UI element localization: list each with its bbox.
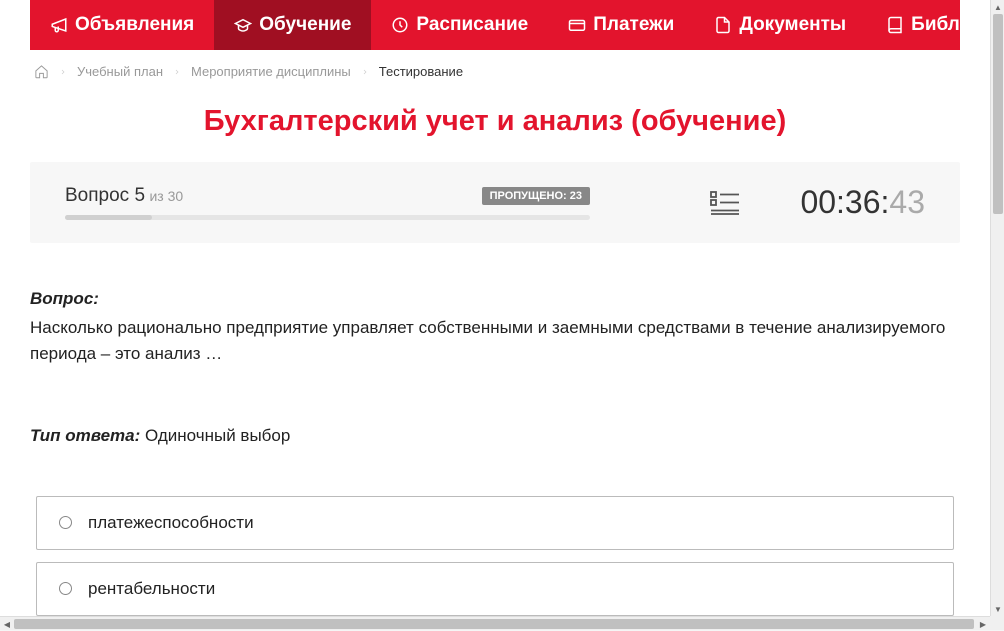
question-section: Вопрос: Насколько рационально предприяти… <box>0 243 990 388</box>
nav-label: Библиотека <box>911 14 990 36</box>
radio-icon[interactable] <box>59 516 72 529</box>
scrollbar-corner <box>990 616 1004 630</box>
question-total: из 30 <box>149 188 183 204</box>
breadcrumb: Учебный план Мероприятие дисциплины Тест… <box>0 50 990 93</box>
scroll-left-arrow-icon[interactable]: ◀ <box>0 617 14 631</box>
progress-fill <box>65 215 152 220</box>
card-icon <box>568 16 586 34</box>
document-icon <box>714 16 732 34</box>
answer-text: платежеспособности <box>88 513 254 533</box>
main-navbar: Объявления Обучение Расписание Платежи Д… <box>30 0 960 50</box>
skipped-badge: ПРОПУЩЕНО: 23 <box>482 187 590 205</box>
nav-label: Платежи <box>593 14 674 36</box>
question-text: Насколько рационально предприятие управл… <box>30 315 960 368</box>
timer-main: 00:36: <box>800 184 889 220</box>
graduation-icon <box>234 16 252 34</box>
answer-option-2[interactable]: рентабельности <box>36 562 954 616</box>
status-bar: Вопрос 5 из 30 ПРОПУЩЕНО: 23 00:36:43 <box>30 162 960 243</box>
chevron-right-icon <box>173 66 181 78</box>
answer-type-label: Тип ответа: <box>30 426 140 445</box>
question-label: Вопрос: <box>30 289 960 309</box>
question-number: Вопрос 5 <box>65 185 145 206</box>
scrollbar-thumb[interactable] <box>14 619 974 629</box>
timer: 00:36:43 <box>800 184 925 221</box>
answer-type-value: Одиночный выбор <box>145 426 290 445</box>
nav-schedule[interactable]: Расписание <box>371 0 548 50</box>
horizontal-scrollbar[interactable]: ◀ ▶ <box>0 616 990 630</box>
breadcrumb-event[interactable]: Мероприятие дисциплины <box>191 64 351 79</box>
nav-label: Расписание <box>416 14 528 36</box>
book-icon <box>886 16 904 34</box>
chevron-right-icon <box>361 66 369 78</box>
home-icon[interactable] <box>34 64 49 79</box>
nav-education[interactable]: Обучение <box>214 0 371 50</box>
answer-type-row: Тип ответа: Одиночный выбор <box>0 426 990 446</box>
breadcrumb-plan[interactable]: Учебный план <box>77 64 163 79</box>
answer-text: рентабельности <box>88 579 215 599</box>
nav-announcements[interactable]: Объявления <box>30 0 214 50</box>
clock-icon <box>391 16 409 34</box>
timer-ms: 43 <box>889 184 925 220</box>
chevron-right-icon <box>59 66 67 78</box>
megaphone-icon <box>50 16 68 34</box>
nav-library[interactable]: Библиотека <box>866 0 990 50</box>
nav-label: Объявления <box>75 14 194 36</box>
answer-option-1[interactable]: платежеспособности <box>36 496 954 550</box>
nav-documents[interactable]: Документы <box>694 0 866 50</box>
page-title: Бухгалтерский учет и анализ (обучение) <box>0 93 990 162</box>
progress-bar <box>65 215 590 220</box>
scroll-right-arrow-icon[interactable]: ▶ <box>976 617 990 631</box>
nav-label: Обучение <box>259 14 351 36</box>
answers-list: платежеспособности рентабельности <box>0 446 990 616</box>
scroll-down-arrow-icon[interactable]: ▼ <box>991 602 1004 616</box>
scroll-up-arrow-icon[interactable]: ▲ <box>991 0 1004 14</box>
vertical-scrollbar[interactable]: ▲ ▼ <box>990 0 1004 616</box>
scrollbar-thumb[interactable] <box>993 14 1003 214</box>
radio-icon[interactable] <box>59 582 72 595</box>
breadcrumb-testing: Тестирование <box>379 64 463 79</box>
question-list-icon[interactable] <box>710 190 740 216</box>
nav-payments[interactable]: Платежи <box>548 0 694 50</box>
nav-label: Документы <box>739 14 846 36</box>
